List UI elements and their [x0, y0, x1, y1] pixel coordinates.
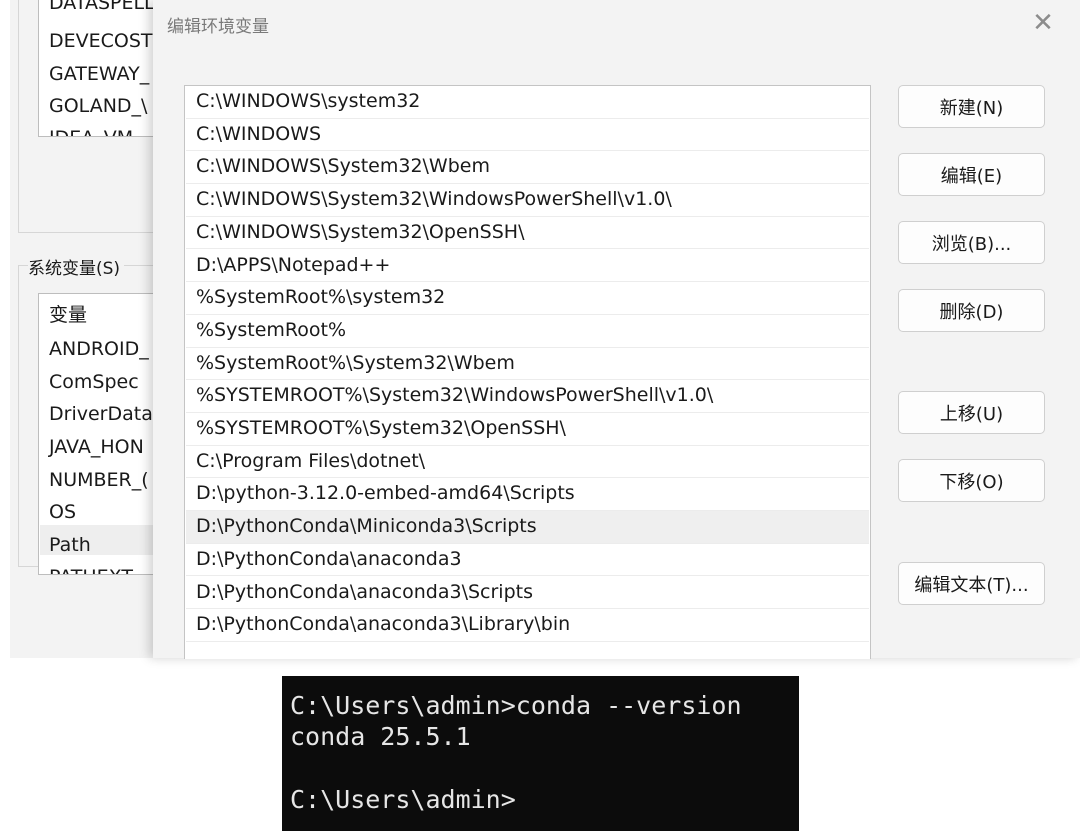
- path-entry-row[interactable]: C:\WINDOWS: [186, 119, 869, 152]
- edit-text-button[interactable]: 编辑文本(T)...: [898, 562, 1045, 605]
- path-entry-text: %SystemRoot%: [196, 318, 347, 341]
- browse-button[interactable]: 浏览(B)...: [898, 221, 1045, 264]
- path-entry-row[interactable]: %SystemRoot%\system32: [186, 282, 869, 315]
- system-variable-row[interactable]: NUMBER_(: [49, 469, 149, 491]
- move-down-button[interactable]: 下移(O): [898, 459, 1045, 502]
- path-entry-row[interactable]: C:\Program Files\dotnet\: [186, 446, 869, 479]
- close-button[interactable]: ✕: [1028, 8, 1058, 38]
- close-icon: ✕: [1032, 8, 1054, 38]
- system-variables-header[interactable]: 变量: [49, 304, 87, 326]
- path-entry-row[interactable]: D:\PythonConda\Miniconda3\Scripts: [186, 511, 869, 544]
- path-entry-row[interactable]: C:\WINDOWS\System32\OpenSSH\: [186, 217, 869, 250]
- user-variable-row[interactable]: IDEA_VM_: [49, 127, 143, 136]
- system-variables-label: 系统变量(S): [28, 254, 125, 279]
- path-entry-text: C:\WINDOWS: [196, 122, 322, 145]
- delete-button[interactable]: 删除(D): [898, 289, 1045, 332]
- move-up-button[interactable]: 上移(U): [898, 391, 1045, 434]
- path-entry-text: %SYSTEMROOT%\System32\WindowsPowerShell\…: [196, 384, 714, 407]
- path-entry-text: D:\python-3.12.0-embed-amd64\Scripts: [196, 482, 575, 505]
- path-entry-text: C:\Program Files\dotnet\: [196, 449, 426, 472]
- path-entry-row[interactable]: %SYSTEMROOT%\System32\WindowsPowerShell\…: [186, 380, 869, 413]
- path-entry-text: %SYSTEMROOT%\System32\OpenSSH\: [196, 417, 566, 439]
- path-entry-row[interactable]: C:\WINDOWS\System32\WindowsPowerShell\v1…: [186, 184, 869, 217]
- terminal-line: conda 25.5.1: [290, 722, 471, 751]
- path-entry-row[interactable]: D:\PythonConda\anaconda3: [186, 544, 869, 577]
- path-entry-text: D:\APPS\Notepad++: [196, 253, 391, 276]
- path-entry-text: C:\WINDOWS\System32\Wbem: [196, 155, 490, 178]
- user-variables-list[interactable]: DATASPELL DEVECOST GATEWAY_ GOLAND_\ IDE…: [38, 0, 170, 137]
- system-variables-list[interactable]: 变量 ANDROID_ ComSpec DriverData JAVA_HON …: [38, 293, 170, 575]
- user-variable-row[interactable]: GATEWAY_: [49, 63, 149, 85]
- dialog-title: 编辑环境变量: [167, 17, 269, 37]
- terminal-prompt[interactable]: C:\Users\admin>: [290, 784, 516, 815]
- terminal-line: C:\Users\admin>conda --version: [290, 691, 742, 720]
- user-variable-row[interactable]: DATASPELL: [49, 0, 155, 14]
- path-entry-text: D:\PythonConda\Miniconda3\Scripts: [196, 515, 537, 538]
- system-variable-row-path[interactable]: Path: [49, 534, 91, 556]
- path-entry-row[interactable]: D:\PythonConda\anaconda3\Library\bin: [186, 609, 869, 642]
- path-entry-text: C:\WINDOWS\System32\WindowsPowerShell\v1…: [196, 188, 672, 211]
- path-entry-text: D:\PythonConda\anaconda3: [196, 547, 462, 570]
- path-entry-row[interactable]: %SystemRoot%: [186, 315, 869, 348]
- path-entry-text: %SystemRoot%\System32\Wbem: [196, 351, 515, 374]
- path-entry-row[interactable]: D:\python-3.12.0-embed-amd64\Scripts: [186, 478, 869, 512]
- path-entry-row[interactable]: C:\WINDOWS\System32\Wbem: [186, 151, 869, 185]
- system-variable-row[interactable]: ANDROID_: [49, 338, 149, 360]
- system-variable-row[interactable]: DriverData: [49, 403, 153, 425]
- path-entry-text: D:\PythonConda\anaconda3\Scripts: [196, 580, 533, 603]
- path-entry-text: C:\WINDOWS\System32\OpenSSH\: [196, 220, 525, 243]
- user-variable-row[interactable]: GOLAND_\: [49, 95, 147, 117]
- system-variable-row[interactable]: JAVA_HON: [49, 436, 144, 458]
- path-entry-row[interactable]: D:\PythonConda\anaconda3\Scripts: [186, 577, 869, 610]
- path-entry-row[interactable]: %SYSTEMROOT%\System32\OpenSSH\: [186, 413, 869, 446]
- system-variable-row[interactable]: OS: [49, 501, 76, 523]
- path-entry-row[interactable]: D:\APPS\Notepad++: [186, 250, 869, 283]
- edit-button[interactable]: 编辑(E): [898, 153, 1045, 196]
- edit-environment-variable-dialog: 编辑环境变量 ✕ C:\WINDOWS\system32 C:\WINDOWS C:…: [153, 0, 1080, 659]
- system-variable-row[interactable]: ComSpec: [49, 371, 139, 393]
- path-entry-row[interactable]: C:\WINDOWS\system32: [186, 86, 869, 119]
- user-variable-row[interactable]: DEVECOST: [49, 30, 153, 52]
- path-entries-list[interactable]: C:\WINDOWS\system32 C:\WINDOWS C:\WINDOWS\…: [184, 85, 871, 659]
- path-entry-row[interactable]: %SystemRoot%\System32\Wbem: [186, 348, 869, 381]
- path-entry-text: %SystemRoot%\system32: [196, 286, 446, 309]
- path-entry-text: D:\PythonConda\anaconda3\Library\bin: [196, 613, 571, 636]
- terminal-window[interactable]: C:\Users\admin>conda --version conda 25.…: [282, 676, 799, 831]
- system-variable-row[interactable]: PATHEXT: [49, 566, 133, 574]
- path-entry-text: C:\WINDOWS\system32: [196, 90, 421, 112]
- new-button[interactable]: 新建(N): [898, 85, 1045, 128]
